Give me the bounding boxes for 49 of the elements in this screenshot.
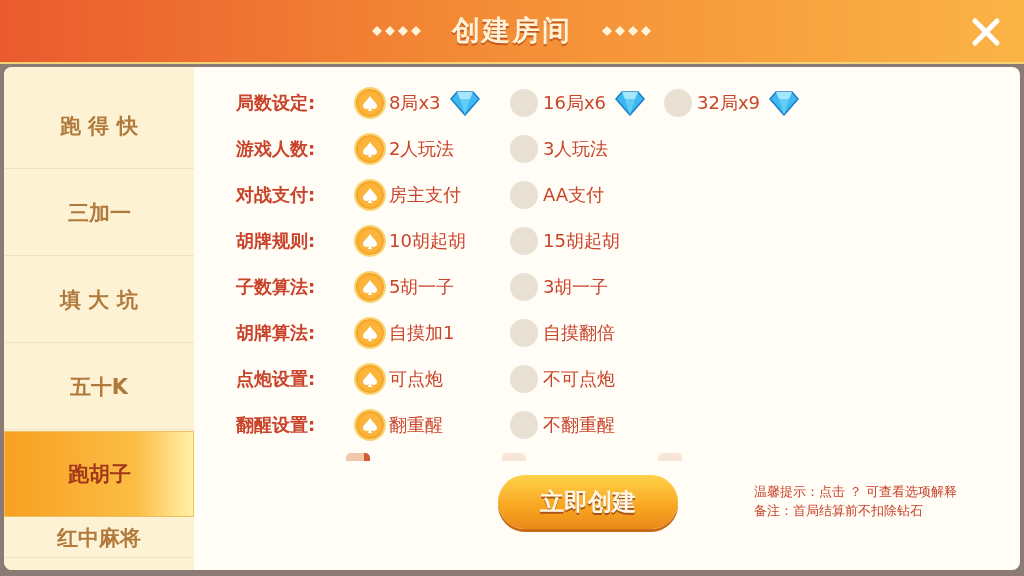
option-label: 8局x3 — [389, 91, 441, 115]
radio-button[interactable] — [356, 227, 384, 255]
setting-label: 胡牌算法: — [236, 321, 317, 345]
option-label: 3人玩法 — [543, 137, 609, 161]
radio-button[interactable] — [510, 89, 538, 117]
option-label: 不翻重醒 — [543, 413, 615, 437]
sidebar-item[interactable]: 跑胡子 — [4, 431, 194, 517]
option-label: 自摸翻倍 — [543, 321, 615, 345]
radio-button[interactable] — [356, 411, 384, 439]
option-label: 房主支付 — [389, 183, 461, 207]
setting-label: 游戏人数: — [236, 137, 317, 161]
radio-button[interactable] — [664, 89, 692, 117]
radio-button[interactable] — [356, 89, 384, 117]
option-label: 可点炮 — [389, 367, 443, 391]
setting-label: 点炮设置: — [236, 367, 317, 391]
option-label: 2人玩法 — [389, 137, 455, 161]
radio-button[interactable] — [510, 135, 538, 163]
radio-button[interactable] — [510, 273, 538, 301]
suits-ornament-icon — [372, 25, 422, 37]
setting-label: 子数算法: — [236, 275, 317, 299]
radio-button[interactable] — [510, 181, 538, 209]
option-label: 3胡一子 — [543, 275, 609, 299]
radio-button[interactable] — [510, 365, 538, 393]
radio-button[interactable] — [510, 411, 538, 439]
setting-label: 翻醒设置: — [236, 413, 317, 437]
option-label: AA支付 — [543, 183, 605, 207]
option-label: 不可点炮 — [543, 367, 615, 391]
option-label: 10胡起胡 — [389, 229, 466, 253]
option-label: 16局x6 — [543, 91, 606, 115]
radio-button[interactable] — [356, 319, 384, 347]
setting-label: 对战支付: — [236, 183, 317, 207]
radio-button[interactable] — [510, 319, 538, 347]
option-label: 翻重醒 — [389, 413, 443, 437]
radio-button[interactable] — [356, 135, 384, 163]
setting-label: 局数设定: — [236, 91, 317, 115]
option-label: 15胡起胡 — [543, 229, 620, 253]
radio-button[interactable] — [356, 181, 384, 209]
hint-text: 备注：首局结算前不扣除钻石 — [754, 503, 924, 520]
radio-button[interactable] — [356, 273, 384, 301]
option-label: 自摸加1 — [389, 321, 455, 345]
radio-button[interactable] — [510, 227, 538, 255]
option-label: 5胡一子 — [389, 275, 455, 299]
create-button[interactable]: 立即创建 — [498, 475, 678, 529]
radio-button[interactable] — [356, 365, 384, 393]
window-title: 创建房间 — [452, 13, 572, 49]
option-label: 32局x9 — [697, 91, 760, 115]
hint-text: 温馨提示：点击 ？ 可查看选项解释 — [754, 484, 957, 501]
setting-label: 胡牌规则: — [236, 229, 317, 253]
suits-ornament-icon — [602, 25, 652, 37]
